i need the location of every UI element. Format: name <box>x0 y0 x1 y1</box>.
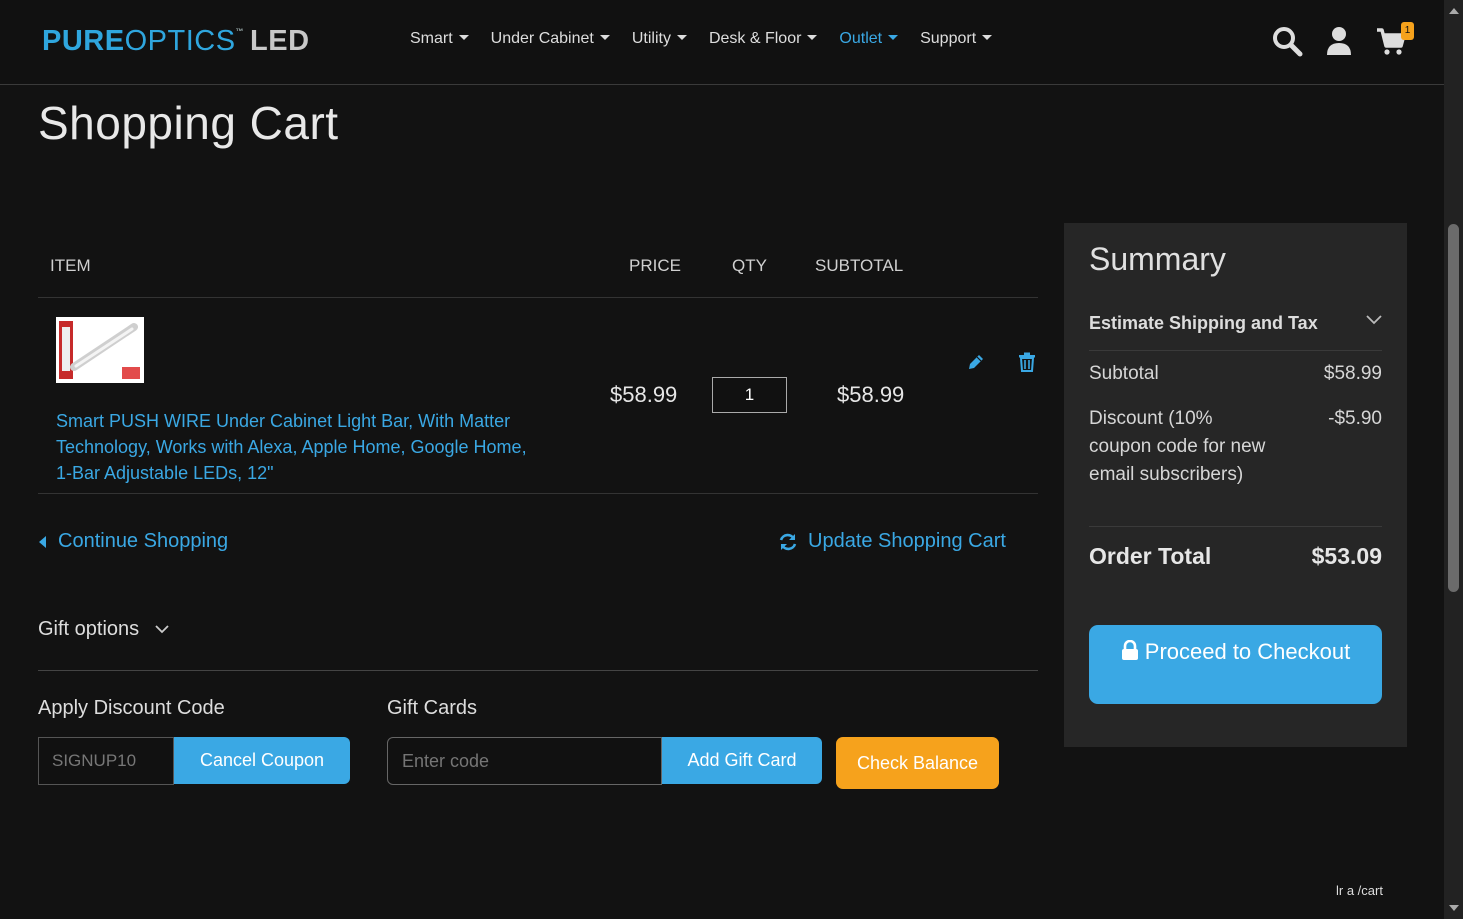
subtotal-value: $58.99 <box>1323 363 1382 384</box>
caret-down-icon <box>807 34 818 40</box>
edit-pencil-icon[interactable] <box>966 352 986 377</box>
header-icons: 1 <box>1270 22 1414 58</box>
main-nav: Smart Under Cabinet Utility Desk & Floor… <box>410 30 993 48</box>
caret-down-icon <box>458 34 469 40</box>
order-total-value: $53.09 <box>1311 543 1382 569</box>
lock-icon <box>1121 639 1138 660</box>
col-price: PRICE <box>629 256 681 275</box>
nav-label: Desk & Floor <box>708 30 802 47</box>
cancel-coupon-button[interactable]: Cancel Coupon <box>174 737 350 784</box>
gift-options-toggle[interactable]: Gift options <box>38 618 169 641</box>
discount-code-input[interactable] <box>38 737 174 785</box>
item-subtotal: $58.99 <box>837 382 905 407</box>
col-qty: QTY <box>732 256 767 275</box>
discount-label: Discount (10% coupon code for new email … <box>1089 408 1266 485</box>
add-gift-card-button[interactable]: Add Gift Card <box>662 737 822 784</box>
nav-label: Under Cabinet <box>490 30 594 47</box>
caret-down-icon <box>982 34 993 40</box>
caret-down-icon <box>676 34 687 40</box>
order-total-label: Order Total <box>1089 543 1212 569</box>
item-price: $58.99 <box>610 382 678 407</box>
update-cart-link[interactable]: Update Shopping Cart <box>778 530 1006 553</box>
estimate-shipping-toggle[interactable]: Estimate Shipping and Tax <box>1089 297 1382 351</box>
site-header: PUREOPTICS™ LED Smart Under Cabinet Utili… <box>0 0 1444 85</box>
caret-left-icon <box>39 535 46 548</box>
summary-title: Summary <box>1089 241 1226 277</box>
subtotal-label: Subtotal <box>1089 363 1159 384</box>
check-balance-button[interactable]: Check Balance <box>836 737 999 789</box>
logo-text-optics: OPTICS <box>124 25 236 57</box>
discount-value: -$5.90 <box>1328 408 1382 429</box>
col-item: ITEM <box>50 256 91 275</box>
scrollbar[interactable] <box>1444 0 1463 919</box>
scroll-down-arrow-icon[interactable] <box>1449 905 1459 911</box>
status-url: lr a /cart <box>1336 883 1383 898</box>
logo-text-led: LED <box>250 25 310 57</box>
summary-total-row: Order Total $53.09 <box>1089 543 1382 570</box>
nav-label: Smart <box>410 30 453 47</box>
summary-subtotal-row: Subtotal $58.99 <box>1089 363 1382 385</box>
nav-utility[interactable]: Utility <box>632 30 687 48</box>
proceed-to-checkout-button[interactable]: Proceed to Checkout <box>1089 625 1382 704</box>
search-icon[interactable] <box>1270 24 1304 58</box>
product-name-link[interactable]: Smart PUSH WIRE Under Cabinet Light Bar,… <box>56 408 536 486</box>
account-icon[interactable] <box>1322 24 1356 58</box>
logo-trademark: ™ <box>235 27 245 36</box>
update-cart-label: Update Shopping Cart <box>808 530 1006 552</box>
nav-outlet[interactable]: Outlet <box>839 30 899 48</box>
nav-label: Outlet <box>839 30 883 47</box>
estimate-shipping-label: Estimate Shipping and Tax <box>1089 313 1318 333</box>
order-summary: Summary Estimate Shipping and Tax Subtot… <box>1064 223 1407 747</box>
scroll-up-arrow-icon[interactable] <box>1449 8 1459 14</box>
nav-under-cabinet[interactable]: Under Cabinet <box>491 30 610 48</box>
scroll-thumb[interactable] <box>1448 224 1459 592</box>
checkout-label: Proceed to Checkout <box>1144 639 1351 664</box>
gift-options-label: Gift options <box>38 618 140 640</box>
caret-down-icon <box>599 34 610 40</box>
gift-card-code-input[interactable] <box>387 737 662 785</box>
chevron-down-icon <box>155 625 169 634</box>
nav-desk-floor[interactable]: Desk & Floor <box>708 30 818 48</box>
page-title: Shopping Cart <box>38 97 339 149</box>
cart-icon[interactable]: 1 <box>1374 22 1414 58</box>
cart-item-row: Smart PUSH WIRE Under Cabinet Light Bar,… <box>38 298 1038 494</box>
nav-smart[interactable]: Smart <box>410 30 469 48</box>
caret-down-icon <box>888 34 899 40</box>
product-image[interactable] <box>56 317 144 383</box>
nav-label: Utility <box>631 30 671 47</box>
summary-discount-row: Discount (10% coupon code for new email … <box>1089 405 1382 527</box>
continue-shopping-link[interactable]: Continue Shopping <box>38 530 228 553</box>
cart-count-badge: 1 <box>1401 22 1414 40</box>
quantity-input[interactable] <box>712 377 787 413</box>
gift-cards-title: Gift Cards <box>387 697 478 719</box>
continue-shopping-label: Continue Shopping <box>58 530 229 552</box>
site-logo[interactable]: PUREOPTICS™ LED <box>42 25 310 58</box>
trash-icon[interactable] <box>1018 352 1036 377</box>
nav-label: Support <box>920 30 977 47</box>
col-subtotal: SUBTOTAL <box>815 256 904 275</box>
logo-text-pure: PURE <box>42 25 125 57</box>
discount-code-title: Apply Discount Code <box>38 697 225 719</box>
refresh-icon <box>779 533 797 550</box>
nav-support[interactable]: Support <box>920 30 993 48</box>
cart-table-header: ITEM PRICE QTY SUBTOTAL <box>38 254 1038 298</box>
chevron-down-icon <box>1366 315 1382 325</box>
gift-options-section: Gift options <box>38 618 1038 671</box>
